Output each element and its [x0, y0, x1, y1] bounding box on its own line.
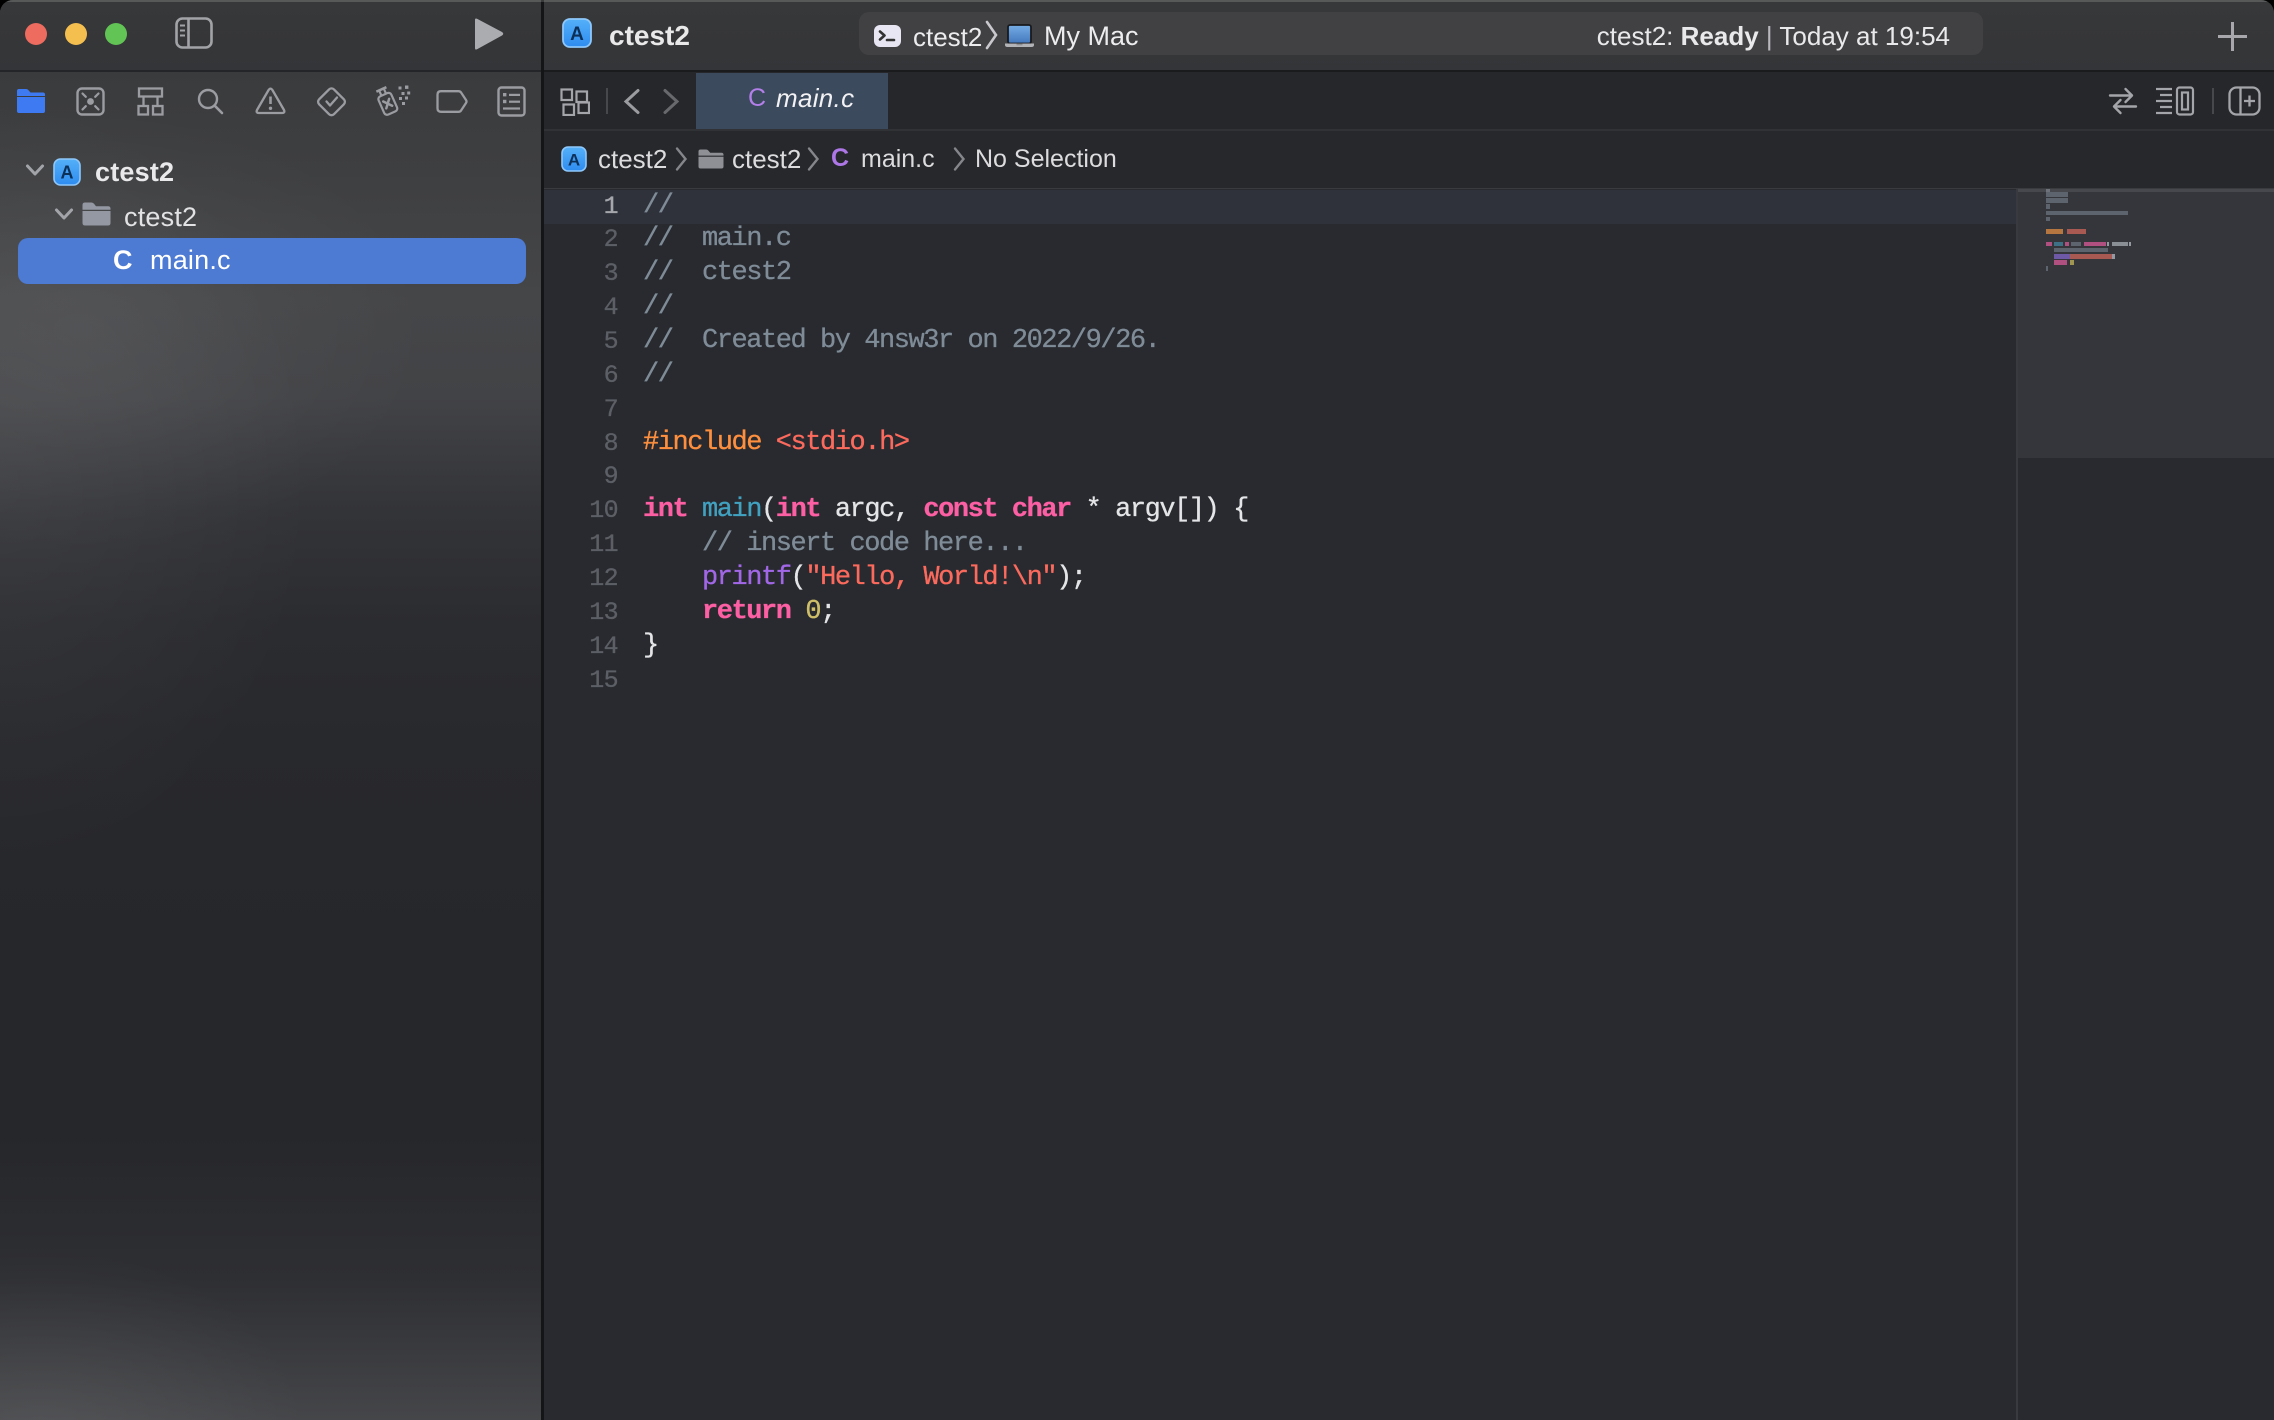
- svg-text:A: A: [61, 163, 74, 183]
- svg-text:A: A: [568, 151, 580, 170]
- svg-text:A: A: [570, 24, 584, 45]
